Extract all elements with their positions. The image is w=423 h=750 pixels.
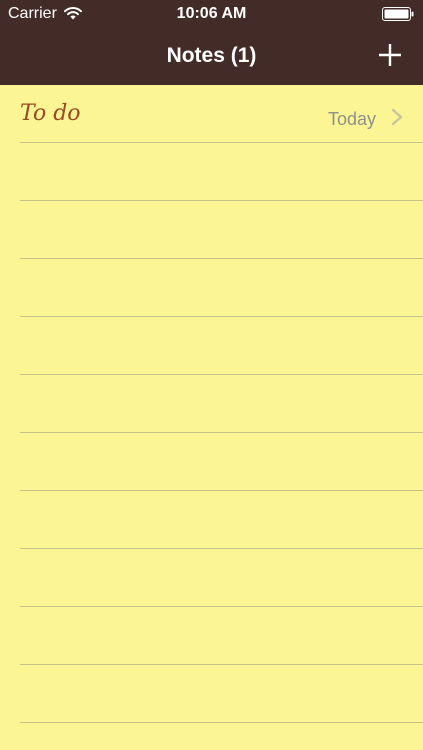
status-bar: Carrier 10:06 AM (0, 0, 423, 28)
top-bar: Carrier 10:06 AM Notes (1) (0, 0, 423, 85)
plus-icon (379, 44, 401, 66)
note-row[interactable]: To do Today (0, 85, 423, 143)
rule-line (20, 490, 423, 491)
status-time: 10:06 AM (176, 5, 247, 22)
rule-line (20, 606, 423, 607)
note-date: Today (327, 109, 376, 129)
rule-line (20, 374, 423, 375)
chevron-right-icon (391, 108, 403, 126)
rule-line (20, 258, 423, 259)
rule-line (20, 200, 423, 201)
rule-line (20, 664, 423, 665)
rule-line (20, 432, 423, 433)
rule-line (20, 142, 423, 143)
notes-list: To do Today (0, 85, 423, 750)
page-title: Notes (1) (166, 44, 257, 67)
rule-line (20, 722, 423, 723)
rule-line (20, 548, 423, 549)
note-title: To do (20, 101, 81, 126)
rule-line (20, 316, 423, 317)
add-note-button[interactable] (372, 37, 408, 73)
battery-icon (382, 7, 414, 21)
